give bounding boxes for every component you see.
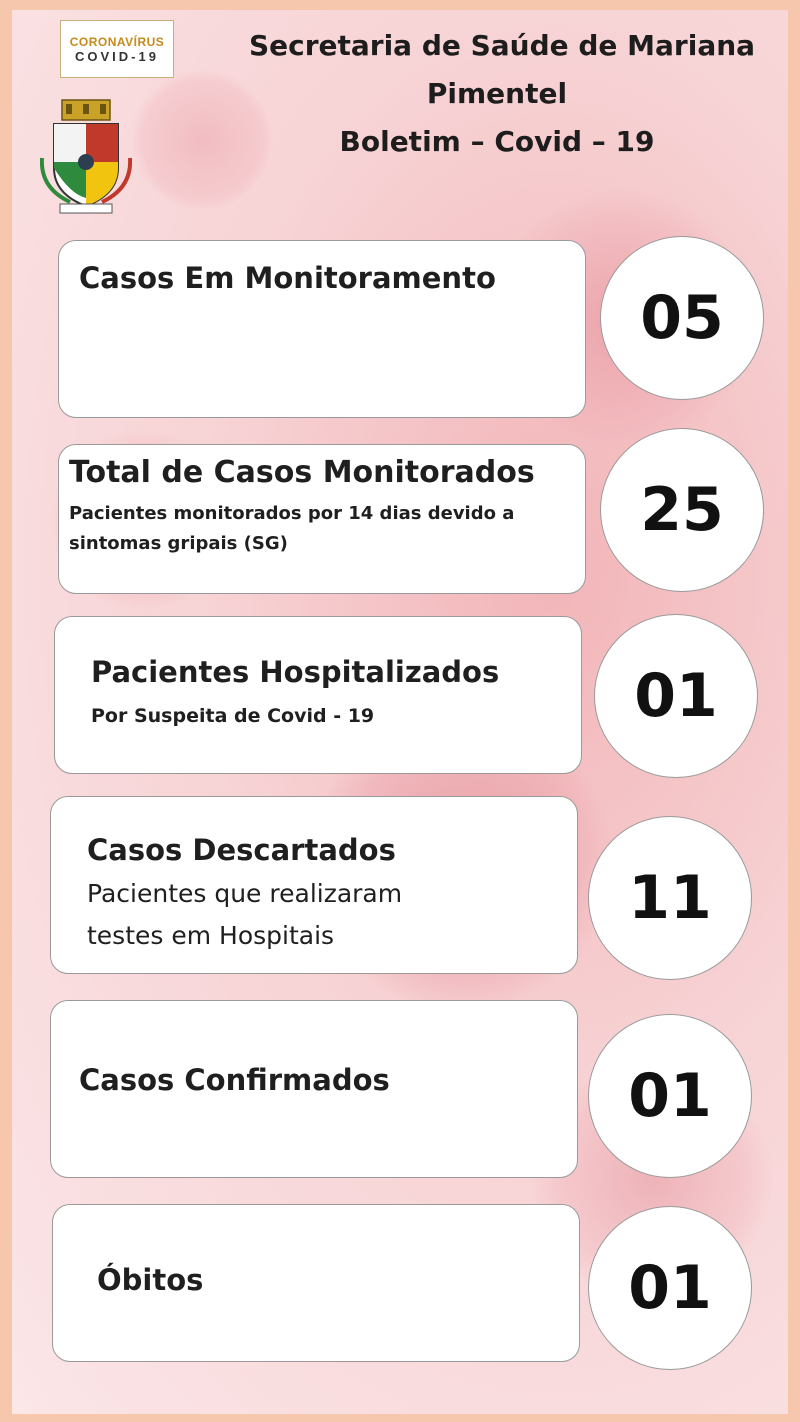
- bulletin-poster: CORONAVÍRUS COVID-19 Secretaria de Saúde…: [12, 10, 788, 1414]
- value-circle-discarded: 11: [588, 816, 752, 980]
- header-line-1: Secretaria de Saúde de Mariana: [248, 29, 756, 62]
- value-circle-confirmed: 01: [588, 1014, 752, 1178]
- card-confirmed: Casos Confirmados: [50, 1000, 578, 1178]
- card-discarded: Casos Descartados Pacientes que realizar…: [50, 796, 578, 974]
- card-total-monitored: Total de Casos Monitorados Pacientes mon…: [58, 444, 586, 594]
- header-line-2: Pimentel: [426, 77, 568, 110]
- bulletin-header: Secretaria de Saúde de Mariana Pimentel …: [212, 22, 782, 166]
- card-hospitalized: Pacientes Hospitalizados Por Suspeita de…: [54, 616, 582, 774]
- card-title: Total de Casos Monitorados: [69, 455, 535, 490]
- value-circle-deaths: 01: [588, 1206, 752, 1370]
- card-monitoring-cases: Casos Em Monitoramento: [58, 240, 586, 418]
- card-deaths: Óbitos: [52, 1204, 580, 1362]
- card-title: Óbitos: [97, 1263, 204, 1297]
- card-subtitle: Por Suspeita de Covid - 19: [91, 705, 375, 727]
- value-circle-monitoring: 05: [600, 236, 764, 400]
- badge-top-text: CORONAVÍRUS: [69, 34, 165, 49]
- card-subtitle-line-2: testes em Hospitais: [87, 921, 335, 950]
- card-title: Pacientes Hospitalizados: [91, 655, 500, 689]
- card-subtitle-line-1: Pacientes que realizaram: [87, 879, 403, 908]
- coat-of-arms-icon: [40, 99, 132, 214]
- card-title: Casos Confirmados: [79, 1063, 390, 1097]
- card-title: Casos Descartados: [87, 833, 396, 867]
- card-title: Casos Em Monitoramento: [79, 261, 496, 295]
- card-subtitle-line-2: sintomas gripais (SG): [69, 533, 288, 554]
- header-line-3: Boletim – Covid – 19: [339, 125, 655, 158]
- value-circle-total: 25: [600, 428, 764, 592]
- card-subtitle-line-1: Pacientes monitorados por 14 dias devido…: [69, 503, 515, 524]
- coronavirus-badge-logo: CORONAVÍRUS COVID-19: [60, 20, 174, 78]
- badge-bottom-text: COVID-19: [75, 48, 159, 64]
- value-circle-hospitalized: 01: [594, 614, 758, 778]
